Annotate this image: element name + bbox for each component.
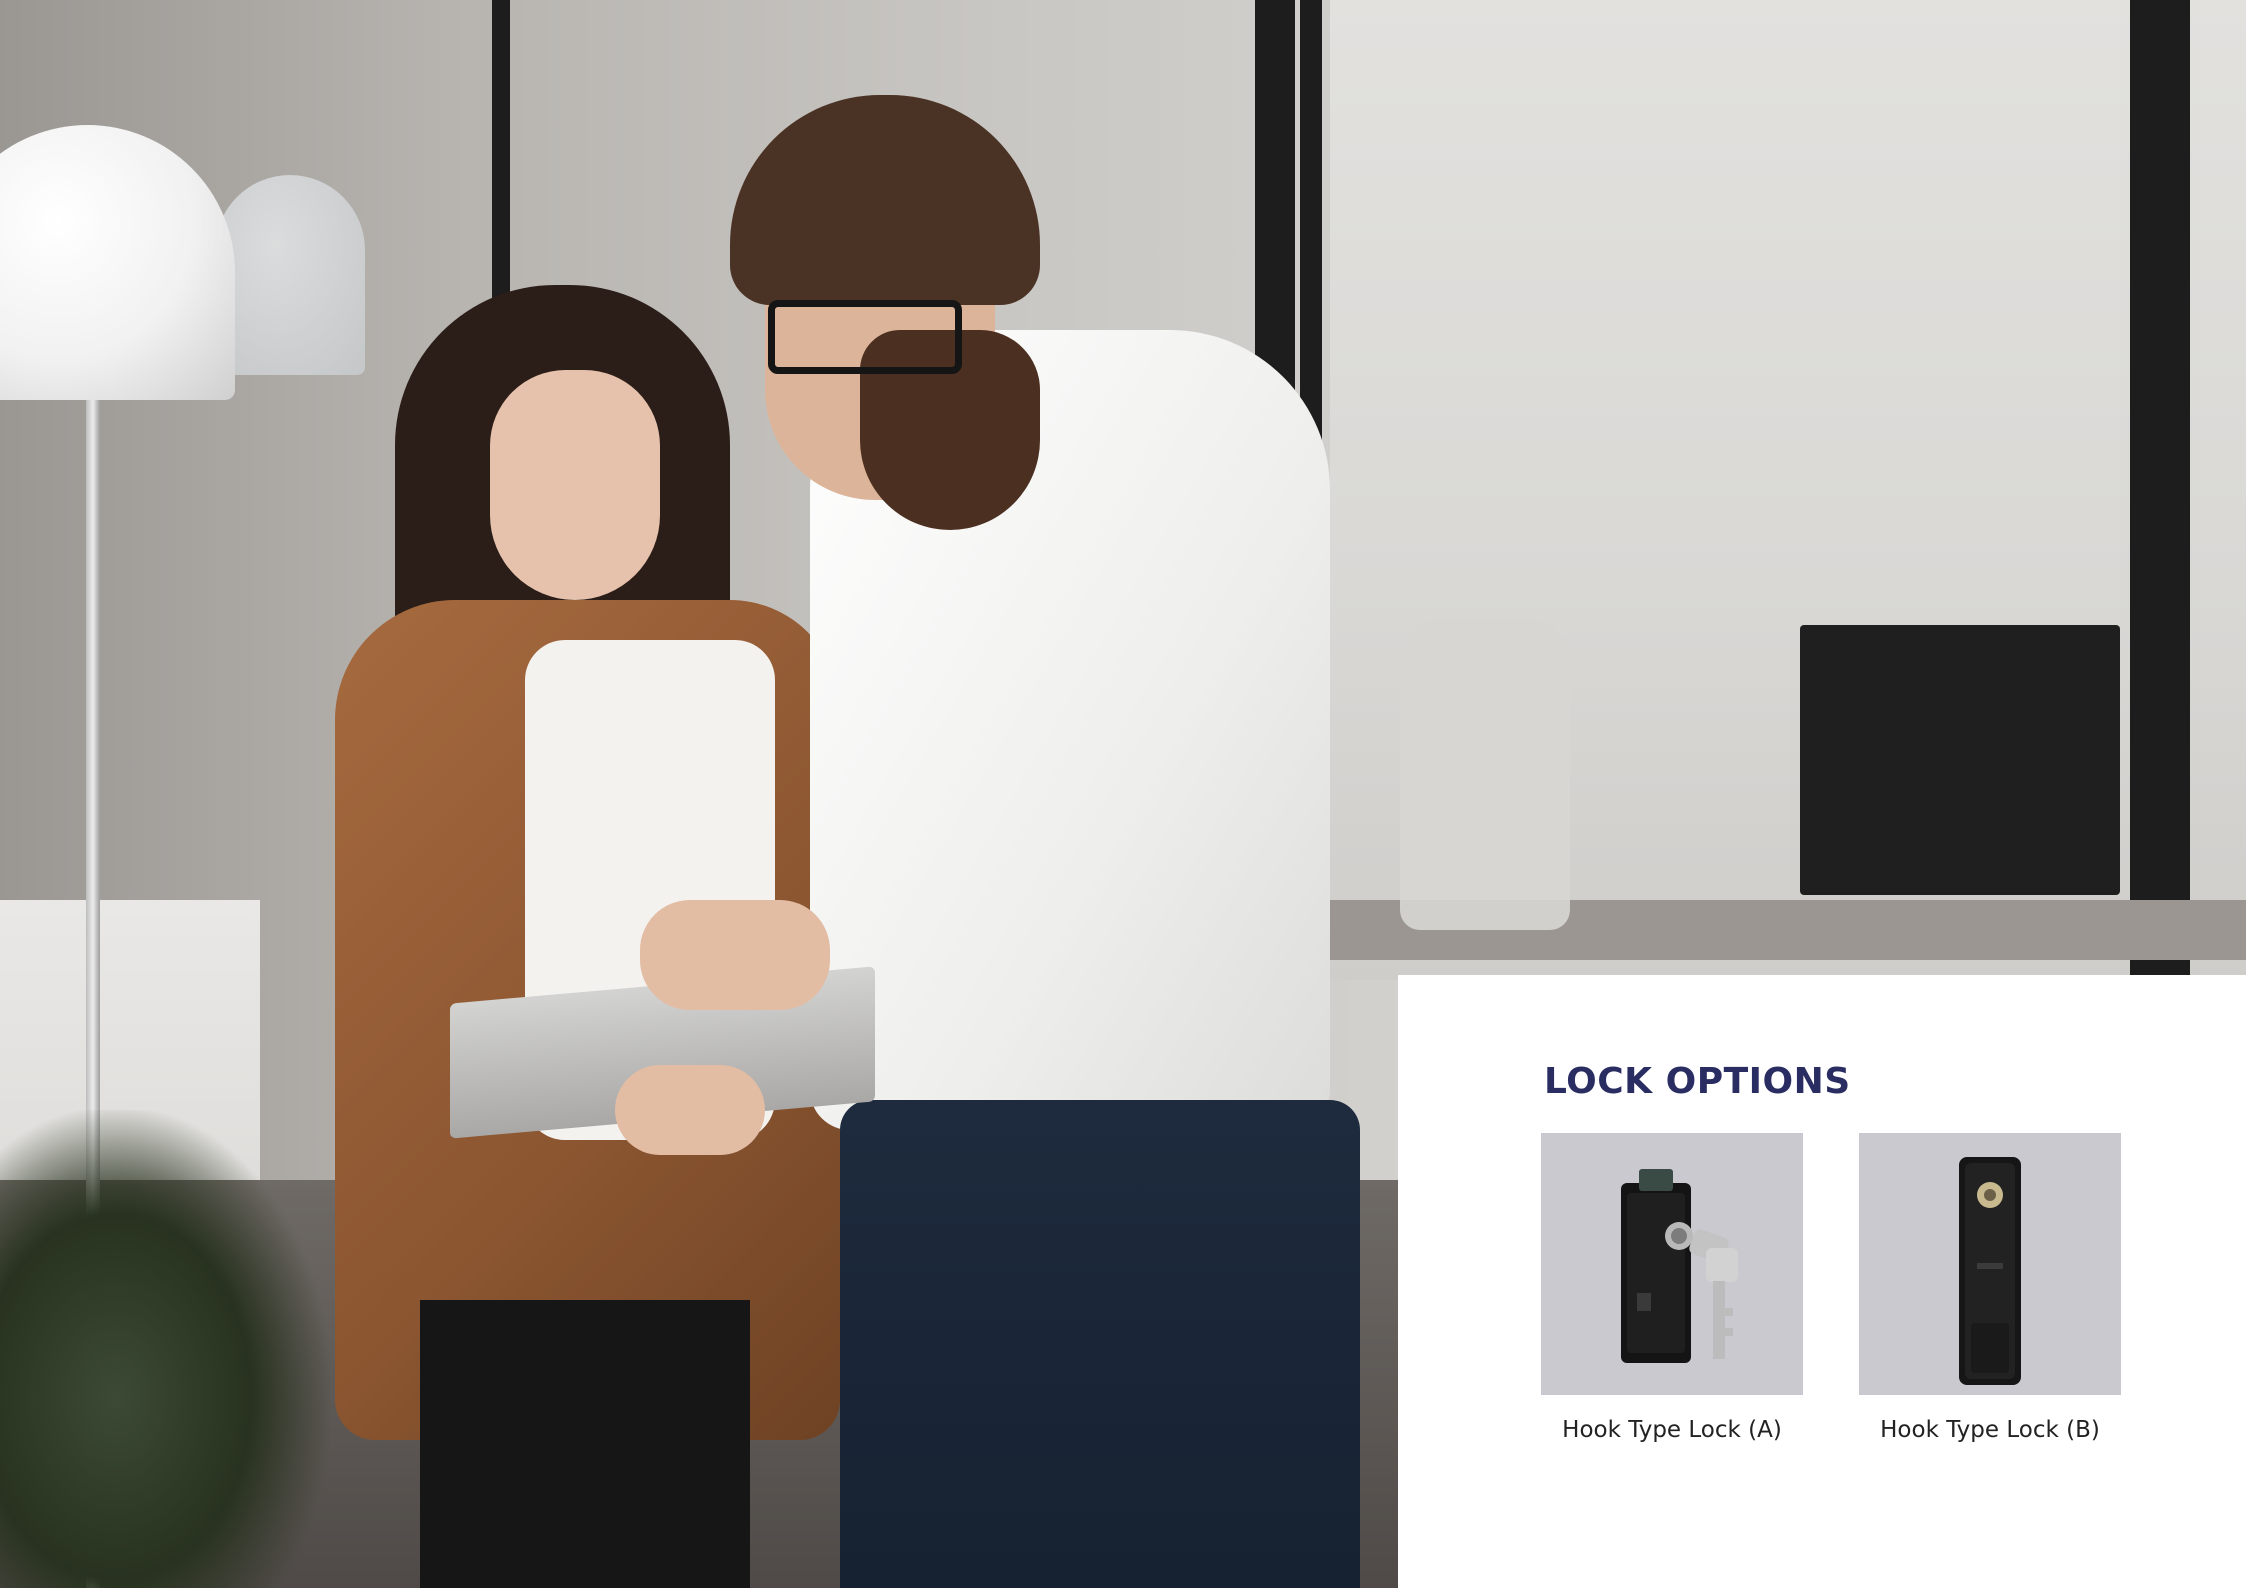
lock-option-a-label: Hook Type Lock (A)	[1562, 1417, 1782, 1443]
man-hand	[640, 900, 830, 1010]
woman-face	[490, 370, 660, 600]
man-hair	[730, 95, 1040, 305]
lamp-shade	[215, 175, 365, 375]
window-frame	[2130, 0, 2190, 980]
lock-option-b: Hook Type Lock (B)	[1859, 1133, 2121, 1443]
monitor	[1800, 625, 2120, 895]
woman-pants	[420, 1300, 750, 1588]
window-frame	[492, 0, 510, 300]
man-glasses	[768, 300, 962, 374]
lock-option-a: Hook Type Lock (A)	[1541, 1133, 1803, 1443]
lock-options-title: LOCK OPTIONS	[1544, 1061, 1851, 1102]
plant	[0, 1110, 330, 1588]
brochure-page: LOCK OPTIONS Hook Type Lock (A) Hook Typ…	[0, 0, 2246, 1588]
lock-options-panel: LOCK OPTIONS Hook Type Lock (A) Hook Typ…	[1398, 975, 2246, 1588]
woman-hand	[615, 1065, 765, 1155]
hook-lock-b-icon	[1959, 1157, 2021, 1385]
hook-lock-a-icon	[1621, 1169, 1738, 1363]
lock-option-b-label: Hook Type Lock (B)	[1880, 1417, 2100, 1443]
man-pants	[840, 1100, 1360, 1588]
hook-lock-a-image	[1541, 1133, 1803, 1395]
hook-lock-b-image	[1859, 1133, 2121, 1395]
lamp-shade	[0, 125, 235, 400]
office-chair	[1400, 620, 1570, 930]
